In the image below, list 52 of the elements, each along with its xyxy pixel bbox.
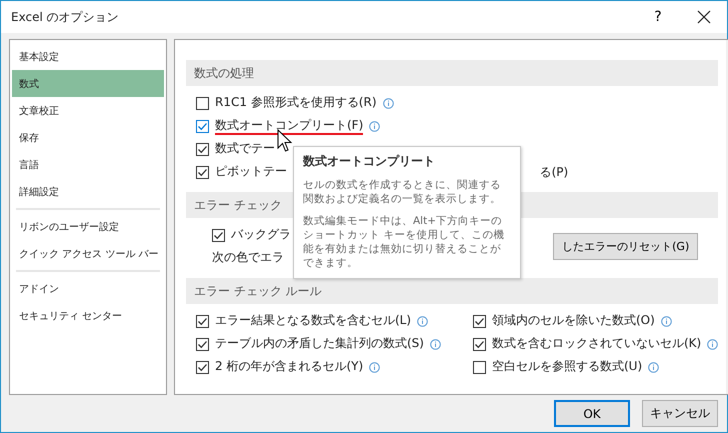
sidebar-item[interactable]: 言語 (12, 151, 164, 178)
sidebar-item[interactable]: アドイン (12, 275, 164, 302)
checkbox-label: 2 桁の年が含まれるセル(Y) (215, 359, 364, 375)
sidebar-item[interactable]: 文章校正 (12, 97, 164, 124)
info-icon (430, 339, 441, 350)
info-icon (417, 316, 428, 327)
help-button[interactable]: ? (635, 1, 681, 33)
checkbox-label: 数式を含むロックされていないセル(K) (492, 336, 702, 352)
checkbox-label: バックグラ (231, 227, 291, 243)
sidebar-item[interactable]: 詳細設定 (12, 178, 164, 205)
checkbox-label: 数式でテー (215, 141, 275, 157)
checkbox[interactable] (196, 315, 209, 328)
checkbox[interactable] (196, 143, 209, 156)
cursor-icon (277, 129, 293, 153)
info-icon (660, 316, 672, 327)
checkbox-label: 領域内のセルを除いた数式(O) (492, 313, 655, 329)
checkbox-label: テーブル内の矛盾した集計列の数式(S) (215, 336, 424, 352)
info-icon (369, 362, 380, 373)
info-icon (707, 339, 718, 350)
cancel-button[interactable]: キャンセル (642, 400, 718, 427)
sidebar-item[interactable]: 保存 (12, 124, 164, 151)
checkbox[interactable] (196, 361, 209, 374)
tooltip-text: セルの数式を作成するときに、関連する関数および定義名の一覧を表示します。 (303, 178, 502, 206)
checkbox[interactable] (196, 166, 209, 179)
option-label: 次の色でエラ (212, 250, 284, 266)
tooltip-text: 数式編集モード中は、Alt+下方向キーのショートカット キーを使用して、この機能を有効または無効に切り替えることができます。 (303, 214, 506, 270)
sidebar-item[interactable]: 基本設定 (12, 43, 164, 70)
info-icon (648, 362, 660, 373)
checkbox[interactable] (473, 361, 486, 374)
section-title: 数式の処理 (194, 64, 254, 82)
checkbox-label: エラー結果となる数式を含むセル(L) (215, 313, 412, 329)
checkbox-label: R1C1 参照形式を使用する(R) (215, 95, 377, 111)
window-title: Excel のオプション (11, 8, 120, 26)
close-icon (697, 10, 711, 24)
sidebar-item[interactable]: クイック アクセス ツール バー (12, 240, 164, 267)
sidebar-item[interactable]: リボンのユーザー設定 (12, 213, 164, 240)
sidebar-item[interactable]: セキュリティ センター (12, 302, 164, 329)
checkbox[interactable] (196, 338, 209, 351)
ok-button[interactable]: OK (554, 400, 630, 427)
checkbox-label: ピボットテー (215, 164, 287, 180)
checkbox[interactable] (473, 338, 486, 351)
checkbox[interactable] (196, 120, 209, 133)
checkbox-label: る(P) (540, 164, 568, 181)
checkbox-label: 空白セルを参照する数式(U) (492, 359, 642, 375)
reset-errors-button[interactable]: したエラーのリセット(G) (553, 233, 698, 260)
checkbox[interactable] (473, 315, 486, 328)
checkbox[interactable] (212, 229, 225, 242)
section-title: エラー チェック ルール (194, 282, 322, 300)
tooltip-title: 数式オートコンプリート (303, 153, 436, 170)
checkbox[interactable] (196, 97, 209, 110)
section-title: エラー チェック (194, 196, 282, 214)
sidebar-item[interactable]: 数式 (12, 70, 164, 97)
